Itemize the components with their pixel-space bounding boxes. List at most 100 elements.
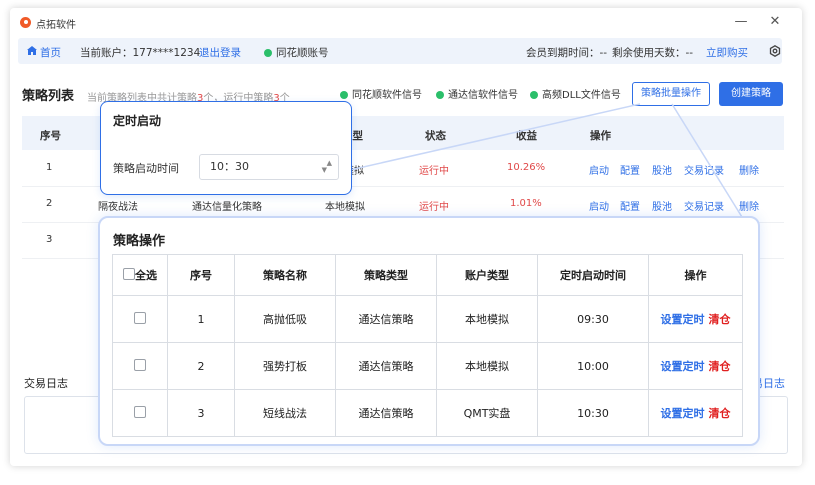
stepper-icon[interactable]: ▲ ▼ — [317, 160, 332, 174]
delete-link[interactable]: 删除 — [739, 162, 759, 177]
row-checkbox[interactable] — [134, 406, 146, 418]
set-timer-link[interactable]: 设置定时 — [661, 360, 705, 373]
minimize-icon[interactable]: — — [732, 13, 750, 31]
trade-log-title: 交易日志 — [24, 377, 68, 390]
app-title: 点拓软件 — [36, 20, 76, 31]
table-row: 2 强势打板 通达信策略 本地模拟 10:00 设置定时 清仓 — [112, 342, 743, 390]
row-actions: 设置定时 清仓 — [648, 295, 743, 343]
col-operation: 操作 — [648, 254, 743, 296]
row-name: 强势打板 — [234, 342, 336, 390]
row-account: 本地模拟 — [436, 295, 538, 343]
batch-popup-title: 策略操作 — [113, 234, 166, 249]
create-strategy-button[interactable]: 创建策略 — [719, 82, 783, 106]
status-dot-icon — [530, 91, 538, 99]
signal-tonghuashun: 同花顺软件信号 — [340, 86, 422, 101]
buy-link[interactable]: 立即购买 — [706, 45, 748, 60]
tonghuashun-account[interactable]: 同花顺账号 — [264, 45, 329, 60]
close-icon[interactable]: ✕ — [766, 13, 784, 31]
signal-dll: 高频DLL文件信号 — [530, 86, 621, 101]
row-no: 1 — [46, 162, 53, 173]
title-bar: 点拓软件 — ✕ — [10, 8, 802, 36]
app-logo-icon — [20, 17, 31, 28]
timer-popup-title: 定时启动 — [113, 114, 162, 128]
row-type: 通达信策略 — [335, 295, 437, 343]
stock-pool-link[interactable]: 股池 — [652, 162, 672, 177]
expire-label: 会员到期时间：-- — [526, 47, 608, 59]
tonghuashun-account-label: 同花顺账号 — [276, 47, 329, 59]
status-dot-icon — [264, 49, 272, 57]
select-all-label: 全选 — [135, 269, 157, 282]
col-no: 序号 — [40, 130, 61, 142]
table-row: 1 高抛低吸 通达信策略 本地模拟 09:30 设置定时 清仓 — [112, 295, 743, 343]
account-label: 当前账户：177****1234 — [80, 47, 201, 59]
home-link[interactable]: 首页 — [40, 45, 61, 60]
row-profit: 1.01% — [510, 198, 542, 209]
row-no: 2 — [46, 198, 53, 209]
row-name: 高抛低吸 — [234, 295, 336, 343]
row-actions: 设置定时 清仓 — [648, 389, 743, 437]
row-type: 通达信策略 — [335, 342, 437, 390]
row-account: 本地模拟 — [325, 202, 365, 213]
signal-tongdaxin: 通达信软件信号 — [436, 86, 518, 101]
set-timer-link[interactable]: 设置定时 — [661, 407, 705, 420]
row-strategy: 通达信量化策略 — [192, 202, 262, 213]
row-no: 2 — [167, 342, 235, 390]
select-all-checkbox[interactable] — [123, 268, 135, 280]
row-no: 3 — [46, 234, 53, 245]
home-icon[interactable] — [27, 46, 37, 55]
start-time-input[interactable]: 10：30 ▲ ▼ — [199, 154, 339, 180]
start-time-label: 策略启动时间 — [113, 162, 179, 175]
row-time: 09:30 — [537, 295, 649, 343]
col-start-time: 定时启动时间 — [537, 254, 649, 296]
start-link[interactable]: 启动 — [589, 198, 609, 213]
row-no: 1 — [167, 295, 235, 343]
batch-table-header: 全选 序号 策略名称 策略类型 账户类型 定时启动时间 操作 — [112, 254, 743, 296]
remaining-label: 剩余使用天数：-- — [612, 47, 694, 59]
row-name: 隔夜战法 — [98, 202, 138, 213]
config-link[interactable]: 配置 — [620, 162, 640, 177]
delete-link[interactable]: 删除 — [739, 198, 759, 213]
row-name: 短线战法 — [234, 389, 336, 437]
row-account: 本地模拟 — [436, 342, 538, 390]
clear-position-link[interactable]: 清仓 — [709, 313, 731, 326]
row-status: 运行中 — [419, 202, 449, 213]
row-checkbox[interactable] — [134, 359, 146, 371]
stock-pool-link[interactable]: 股池 — [652, 198, 672, 213]
row-time: 10:30 — [537, 389, 649, 437]
row-status: 运行中 — [419, 166, 449, 177]
strategy-list-title: 策略列表 — [22, 89, 75, 104]
config-link[interactable]: 配置 — [620, 198, 640, 213]
status-dot-icon — [340, 91, 348, 99]
start-link[interactable]: 启动 — [589, 162, 609, 177]
trade-record-link[interactable]: 交易记录 — [684, 162, 724, 177]
table-row: 3 短线战法 通达信策略 QMT实盘 10:30 设置定时 清仓 — [112, 389, 743, 437]
row-no: 3 — [167, 389, 235, 437]
col-profit: 收益 — [516, 130, 537, 142]
timer-popup: 定时启动 策略启动时间 10：30 ▲ ▼ — [100, 101, 352, 195]
row-type: 通达信策略 — [335, 389, 437, 437]
row-profit: 10.26% — [507, 162, 546, 173]
status-dot-icon — [436, 91, 444, 99]
col-no: 序号 — [167, 254, 235, 296]
batch-operation-button[interactable]: 策略批量操作 — [632, 82, 710, 106]
clear-position-link[interactable]: 清仓 — [709, 360, 731, 373]
clear-position-link[interactable]: 清仓 — [709, 407, 731, 420]
set-timer-link[interactable]: 设置定时 — [661, 313, 705, 326]
row-account: QMT实盘 — [436, 389, 538, 437]
trade-record-link[interactable]: 交易记录 — [684, 198, 724, 213]
col-strategy-type: 策略类型 — [335, 254, 437, 296]
row-checkbox[interactable] — [134, 312, 146, 324]
logout-link[interactable]: 退出登录 — [199, 45, 241, 60]
select-all-header[interactable]: 全选 — [112, 254, 168, 296]
row-actions: 设置定时 清仓 — [648, 342, 743, 390]
row-time: 10:00 — [537, 342, 649, 390]
col-status: 状态 — [425, 130, 446, 142]
gear-icon[interactable] — [769, 45, 781, 57]
col-strategy-name: 策略名称 — [234, 254, 336, 296]
col-actions: 操作 — [590, 130, 611, 142]
batch-table: 全选 序号 策略名称 策略类型 账户类型 定时启动时间 操作 1 高抛低吸 通达… — [112, 254, 743, 437]
start-time-value: 10：30 — [210, 160, 249, 173]
col-account-type: 账户类型 — [436, 254, 538, 296]
info-bar: 首页 当前账户：177****1234 退出登录 同花顺账号 会员到期时间：--… — [18, 38, 782, 64]
batch-operation-popup: 策略操作 全选 序号 策略名称 策略类型 账户类型 定时启动时间 操作 1 高抛… — [98, 216, 760, 446]
